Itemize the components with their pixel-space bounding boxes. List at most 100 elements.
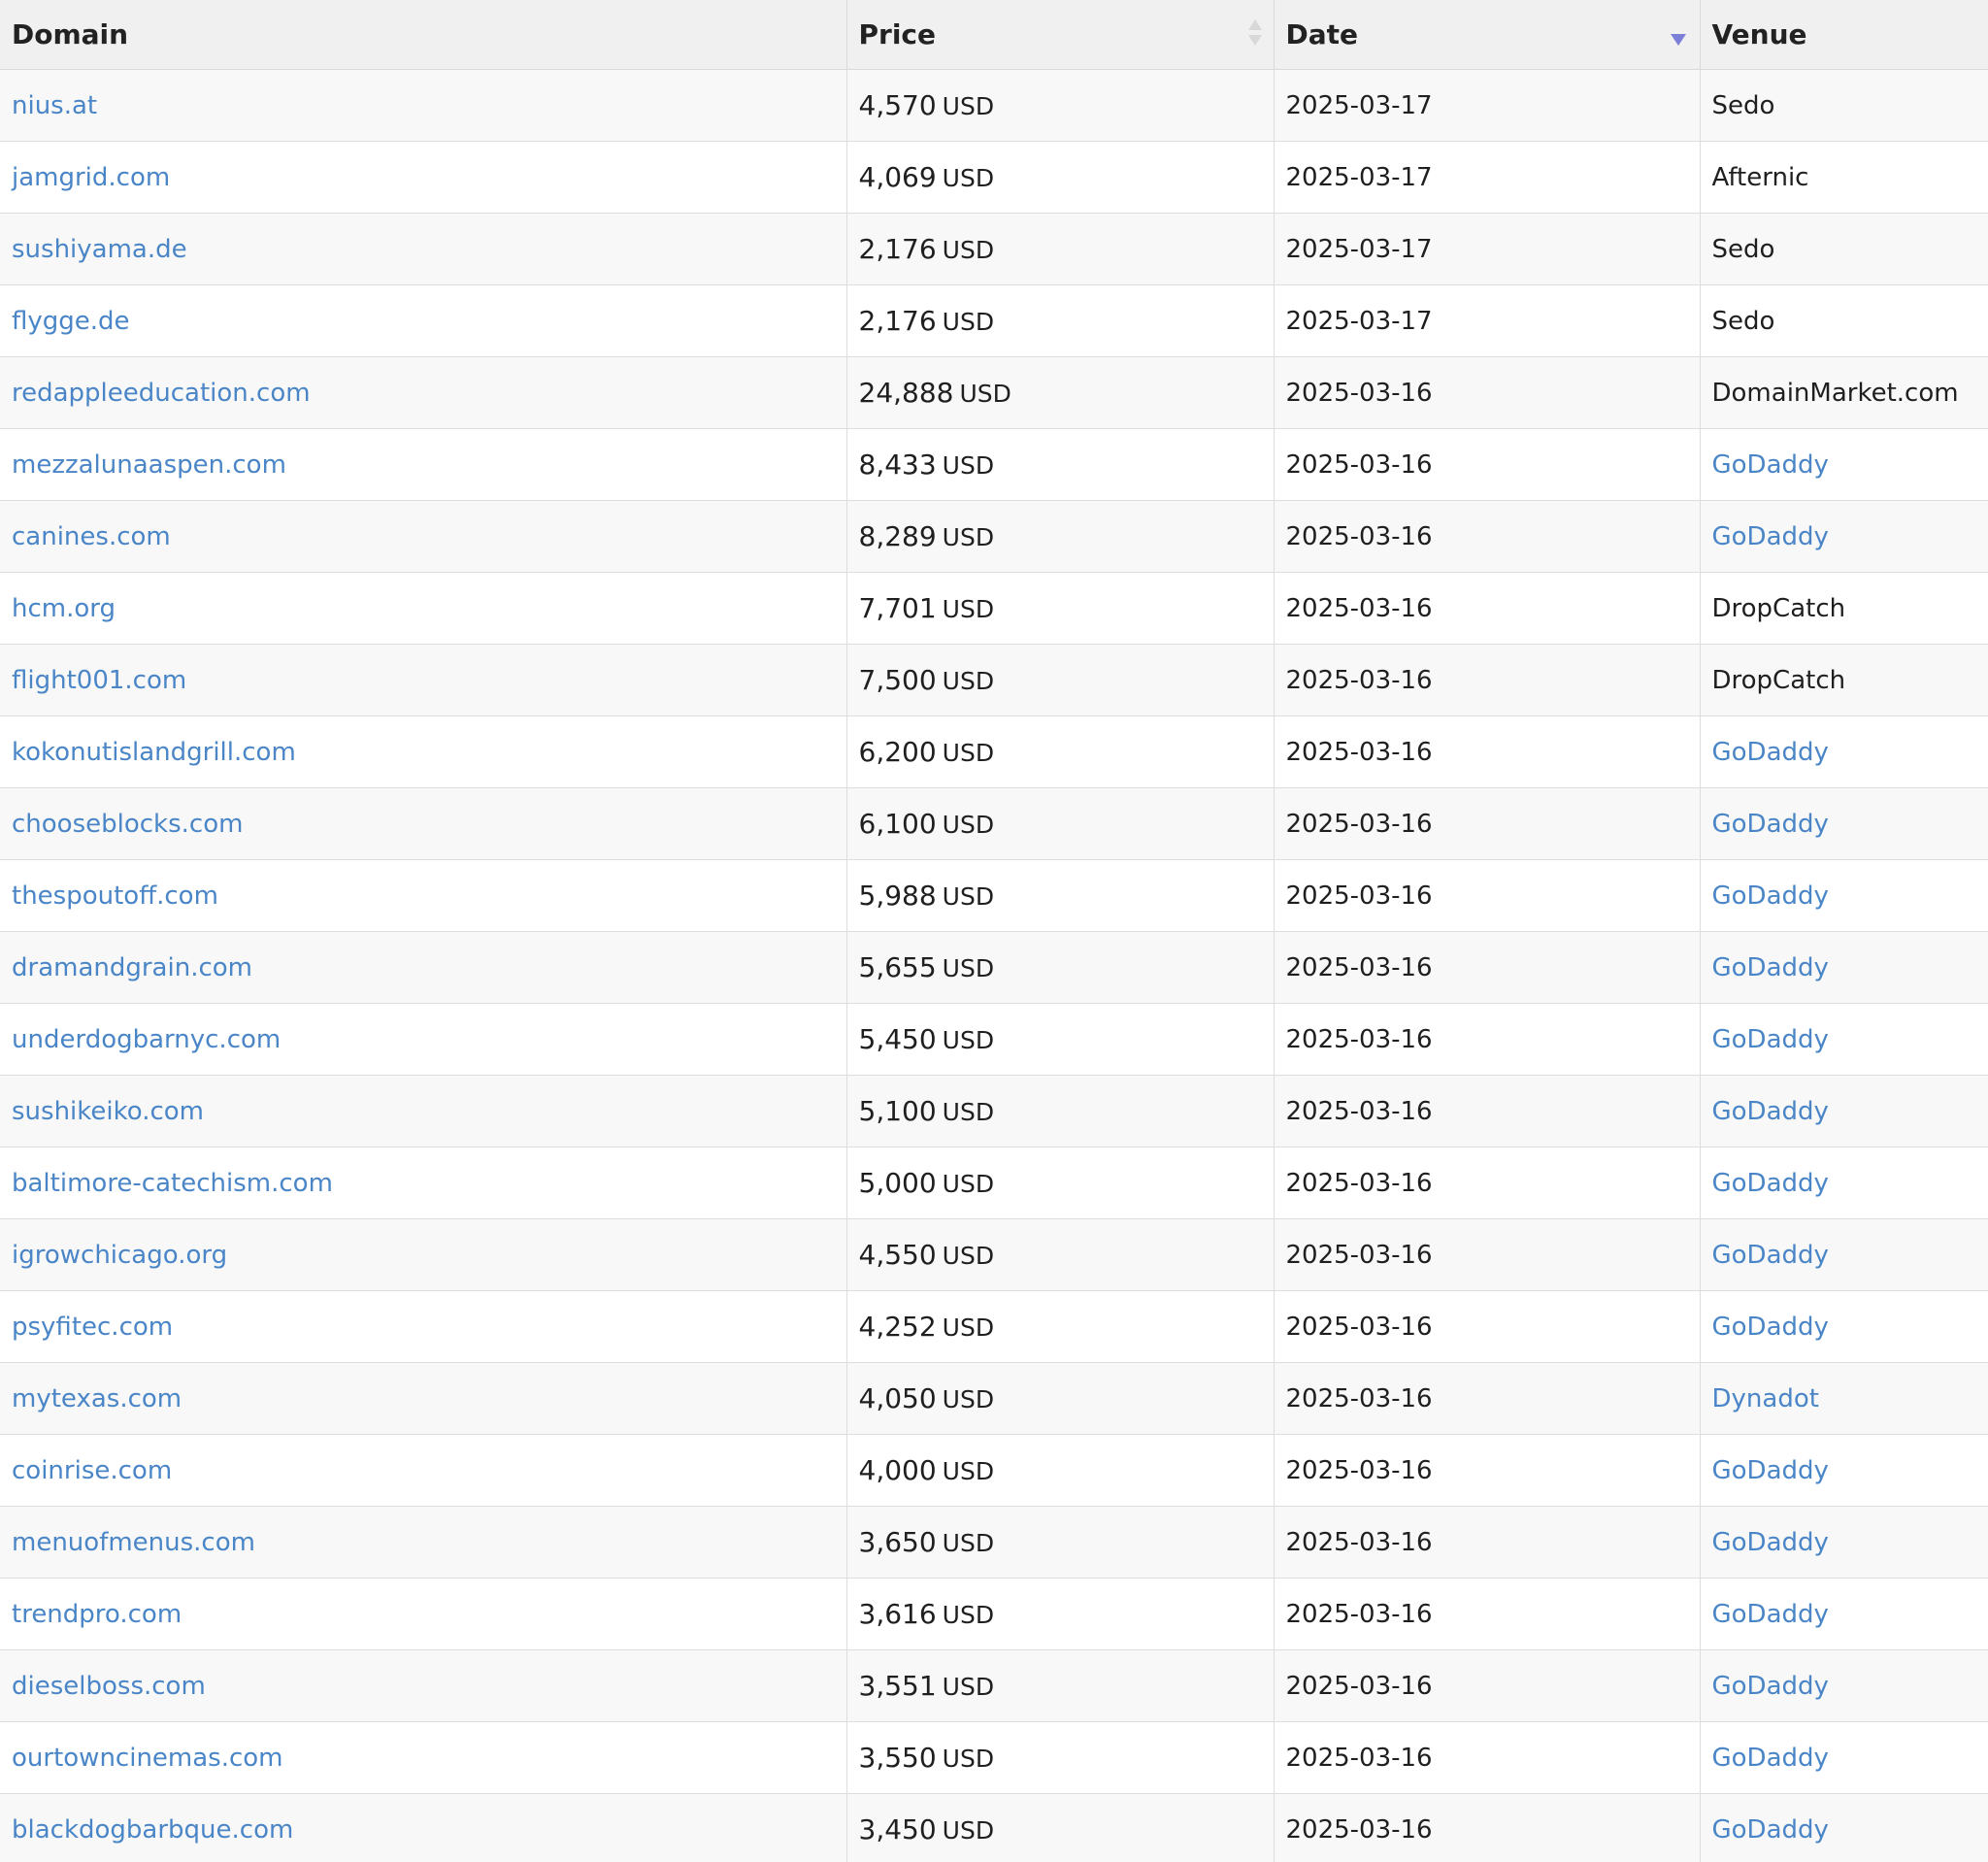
venue-link[interactable]: GoDaddy bbox=[1712, 522, 1829, 551]
domain-link[interactable]: nius.at bbox=[12, 91, 97, 120]
venue-link[interactable]: GoDaddy bbox=[1712, 450, 1829, 480]
venue-link[interactable]: GoDaddy bbox=[1712, 1600, 1829, 1629]
price-value: 5,100 bbox=[858, 1095, 937, 1127]
domain-cell: canines.com bbox=[0, 500, 847, 573]
venue-cell: Sedo bbox=[1700, 213, 1988, 285]
sort-both-icon[interactable] bbox=[1247, 19, 1262, 50]
price-currency: USD bbox=[942, 595, 995, 623]
domain-link[interactable]: igrowchicago.org bbox=[12, 1241, 227, 1270]
price-value: 2,176 bbox=[858, 233, 937, 265]
domain-cell: mezzalunaaspen.com bbox=[0, 428, 847, 501]
venue-link[interactable]: GoDaddy bbox=[1712, 1241, 1829, 1270]
domain-link[interactable]: dieselboss.com bbox=[12, 1672, 206, 1701]
date-cell: 2025-03-16 bbox=[1274, 715, 1701, 788]
venue-cell: GoDaddy bbox=[1700, 1147, 1988, 1219]
venue-link[interactable]: GoDaddy bbox=[1712, 738, 1829, 767]
date-cell: 2025-03-16 bbox=[1274, 1434, 1701, 1507]
venue-text: DomainMarket.com bbox=[1711, 378, 1959, 408]
domain-link[interactable]: mezzalunaaspen.com bbox=[12, 450, 286, 480]
domain-cell: chooseblocks.com bbox=[0, 787, 847, 860]
venue-link[interactable]: GoDaddy bbox=[1712, 810, 1829, 839]
date-cell: 2025-03-16 bbox=[1274, 1075, 1701, 1147]
domain-cell: redappleeducation.com bbox=[0, 356, 847, 429]
table-row: flygge.de 2,176 USD 2025-03-17 Sedo bbox=[0, 284, 1988, 357]
venue-link[interactable]: GoDaddy bbox=[1712, 1528, 1829, 1557]
price-currency: USD bbox=[942, 308, 995, 336]
sort-desc-icon[interactable] bbox=[1670, 34, 1686, 46]
venue-link[interactable]: GoDaddy bbox=[1712, 881, 1829, 911]
domain-link[interactable]: ourtowncinemas.com bbox=[12, 1744, 283, 1773]
price-cell: 7,500 USD bbox=[846, 644, 1275, 716]
price-cell: 3,551 USD bbox=[846, 1649, 1275, 1722]
venue-link[interactable]: GoDaddy bbox=[1712, 1025, 1829, 1054]
column-header-price[interactable]: Price bbox=[846, 0, 1275, 70]
domain-link[interactable]: canines.com bbox=[12, 522, 171, 551]
venue-text: Sedo bbox=[1711, 234, 1775, 264]
domain-link[interactable]: baltimore-catechism.com bbox=[12, 1169, 333, 1198]
venue-link[interactable]: GoDaddy bbox=[1712, 1672, 1829, 1701]
date-cell: 2025-03-16 bbox=[1274, 356, 1701, 429]
table-row: underdogbarnyc.com 5,450 USD 2025-03-16 GoDa… bbox=[0, 1003, 1988, 1076]
column-header-venue[interactable]: Venue bbox=[1700, 0, 1988, 70]
date-cell: 2025-03-16 bbox=[1274, 1218, 1701, 1291]
venue-link[interactable]: GoDaddy bbox=[1712, 1815, 1829, 1845]
date-cell: 2025-03-17 bbox=[1274, 284, 1701, 357]
domain-link[interactable]: flygge.de bbox=[12, 307, 130, 336]
column-header-label: Date bbox=[1285, 18, 1359, 50]
domain-link[interactable]: sushiyama.de bbox=[12, 235, 187, 264]
domain-link[interactable]: underdogbarnyc.com bbox=[12, 1025, 281, 1054]
price-value: 8,289 bbox=[858, 520, 937, 552]
venue-link[interactable]: GoDaddy bbox=[1712, 1313, 1829, 1342]
domain-cell: coinrise.com bbox=[0, 1434, 847, 1507]
venue-link[interactable]: Dynadot bbox=[1712, 1384, 1819, 1413]
price-cell: 8,289 USD bbox=[846, 500, 1275, 573]
domain-link[interactable]: chooseblocks.com bbox=[12, 810, 243, 839]
domain-link[interactable]: menuofmenus.com bbox=[12, 1528, 255, 1557]
domain-link[interactable]: thespoutoff.com bbox=[12, 881, 218, 911]
column-header-domain[interactable]: Domain bbox=[0, 0, 847, 70]
price-value: 4,252 bbox=[858, 1311, 937, 1343]
domain-link[interactable]: flight001.com bbox=[12, 666, 186, 695]
venue-link[interactable]: GoDaddy bbox=[1712, 953, 1829, 982]
date-cell: 2025-03-16 bbox=[1274, 787, 1701, 860]
domain-link[interactable]: sushikeiko.com bbox=[12, 1097, 204, 1126]
domain-link[interactable]: trendpro.com bbox=[12, 1600, 182, 1629]
venue-link[interactable]: GoDaddy bbox=[1712, 1169, 1829, 1198]
domain-link[interactable]: psyfitec.com bbox=[12, 1313, 173, 1342]
venue-link[interactable]: GoDaddy bbox=[1712, 1744, 1829, 1773]
domain-link[interactable]: jamgrid.com bbox=[12, 163, 170, 192]
domain-link[interactable]: dramandgrain.com bbox=[12, 953, 252, 982]
domain-link[interactable]: blackdogbarbque.com bbox=[12, 1815, 293, 1845]
price-currency: USD bbox=[942, 1026, 995, 1054]
price-value: 3,450 bbox=[858, 1813, 937, 1845]
price-value: 5,000 bbox=[858, 1167, 937, 1199]
price-cell: 4,570 USD bbox=[846, 69, 1275, 142]
date-cell: 2025-03-16 bbox=[1274, 428, 1701, 501]
venue-cell: Afternic bbox=[1700, 141, 1988, 214]
domain-cell: trendpro.com bbox=[0, 1578, 847, 1650]
column-header-date[interactable]: Date bbox=[1274, 0, 1701, 70]
domain-link[interactable]: mytexas.com bbox=[12, 1384, 182, 1413]
date-cell: 2025-03-16 bbox=[1274, 1793, 1701, 1862]
date-cell: 2025-03-16 bbox=[1274, 931, 1701, 1004]
price-cell: 5,450 USD bbox=[846, 1003, 1275, 1076]
venue-link[interactable]: GoDaddy bbox=[1712, 1097, 1829, 1126]
price-currency: USD bbox=[942, 811, 995, 839]
venue-cell: Dynadot bbox=[1700, 1362, 1988, 1435]
price-currency: USD bbox=[942, 1816, 995, 1845]
table-row: jamgrid.com 4,069 USD 2025-03-17 Afternic bbox=[0, 141, 1988, 214]
domain-link[interactable]: redappleeducation.com bbox=[12, 379, 311, 408]
domain-link[interactable]: kokonutislandgrill.com bbox=[12, 738, 296, 767]
date-cell: 2025-03-16 bbox=[1274, 859, 1701, 932]
price-cell: 5,655 USD bbox=[846, 931, 1275, 1004]
domain-cell: igrowchicago.org bbox=[0, 1218, 847, 1291]
price-value: 3,616 bbox=[858, 1598, 937, 1630]
domain-link[interactable]: hcm.org bbox=[12, 594, 116, 623]
venue-cell: GoDaddy bbox=[1700, 931, 1988, 1004]
domain-link[interactable]: coinrise.com bbox=[12, 1456, 172, 1485]
price-currency: USD bbox=[942, 1529, 995, 1557]
venue-cell: Sedo bbox=[1700, 284, 1988, 357]
price-cell: 5,988 USD bbox=[846, 859, 1275, 932]
price-cell: 4,069 USD bbox=[846, 141, 1275, 214]
venue-link[interactable]: GoDaddy bbox=[1712, 1456, 1829, 1485]
